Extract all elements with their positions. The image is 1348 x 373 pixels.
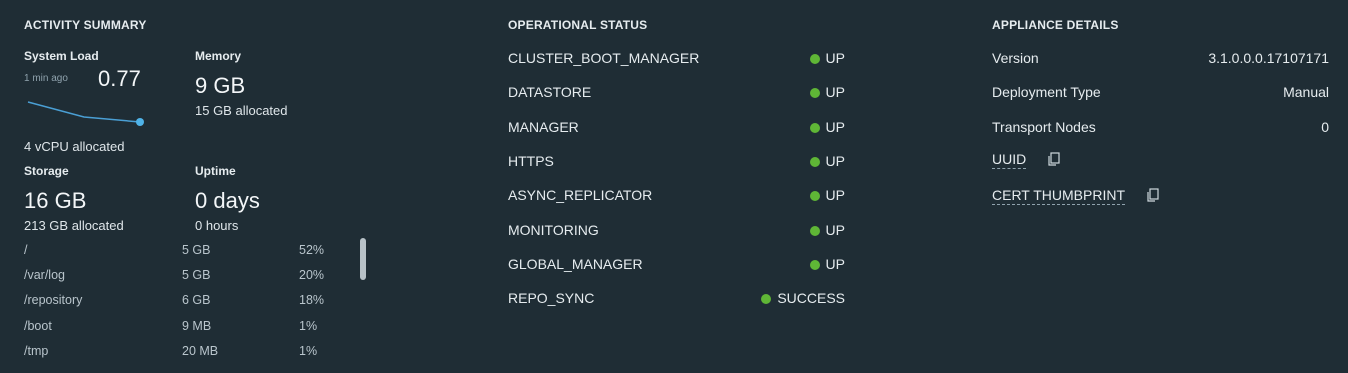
copy-uuid-icon[interactable] [1047,152,1061,166]
sparkline-point [136,118,144,126]
service-status: UP [809,153,845,169]
service-name: MONITORING [508,222,599,238]
disk-pct: 20% [299,268,325,282]
disk-pct: 18% [299,293,325,307]
disk-name: / [24,243,28,257]
status-dot-icon [809,54,820,64]
uptime-value: 0 days [195,188,260,213]
service-status: SUCCESS [761,290,845,306]
status-dot-icon [809,191,820,201]
disk-size: 20 MB [182,344,219,358]
system-load-label: System Load [24,49,99,63]
uuid-label[interactable]: UUID [992,151,1027,169]
operational-status-title: OPERATIONAL STATUS [508,18,648,32]
activity-summary-title: ACTIVITY SUMMARY [24,18,147,32]
cert-thumbprint-label[interactable]: CERT THUMBPRINT [992,187,1126,205]
disk-name: /tmp [24,344,49,358]
system-load-sub: 4 vCPU allocated [24,139,125,154]
service-name: ASYNC_REPLICATOR [508,187,653,203]
status-dot-icon [809,157,820,167]
deployment-type-label: Deployment Type [992,84,1101,100]
version-label: Version [992,50,1039,66]
service-status: UP [809,84,845,100]
service-name: GLOBAL_MANAGER [508,256,643,272]
service-name: MANAGER [508,119,579,135]
system-load-value: 0.77 [98,66,141,91]
version-value: 3.1.0.0.0.17107171 [1208,50,1329,66]
service-name: DATASTORE [508,84,592,100]
transport-nodes-value: 0 [1321,119,1329,135]
status-dot-icon [809,123,820,133]
disk-size: 5 GB [182,268,211,282]
disk-table-scrollbar[interactable] [360,238,366,280]
status-dot-icon [809,88,820,98]
disk-size: 9 MB [182,319,212,333]
service-name: REPO_SYNC [508,290,595,306]
disk-size: 6 GB [182,293,211,307]
service-status: UP [809,222,845,238]
service-name: HTTPS [508,153,554,169]
uptime-label: Uptime [195,164,236,178]
system-load-time: 1 min ago [24,73,68,84]
service-name: CLUSTER_BOOT_MANAGER [508,50,700,66]
storage-sub: 213 GB allocated [24,218,124,233]
memory-value: 9 GB [195,73,246,98]
status-dot-icon [809,260,820,270]
service-status: UP [809,256,845,272]
transport-nodes-label: Transport Nodes [992,119,1096,135]
memory-sub: 15 GB allocated [195,103,288,118]
copy-cert-thumbprint-icon[interactable] [1146,188,1160,202]
disk-pct: 52% [299,243,325,257]
status-dot-icon [809,226,820,236]
disk-name: /boot [24,319,52,333]
disk-pct: 1% [299,344,318,358]
disk-size: 5 GB [182,243,211,257]
disk-name: /repository [24,293,83,307]
storage-label: Storage [24,164,69,178]
service-status: UP [809,50,845,66]
appliance-details-title: APPLIANCE DETAILS [992,18,1119,32]
uptime-sub: 0 hours [195,218,239,233]
deployment-type-value: Manual [1283,84,1329,100]
system-load-sparkline [27,101,144,126]
service-status: UP [809,119,845,135]
disk-pct: 1% [299,319,318,333]
storage-value: 16 GB [24,188,87,213]
memory-label: Memory [195,49,242,63]
service-status: UP [809,187,845,203]
status-dot-icon [761,294,772,304]
disk-name: /var/log [24,268,65,282]
